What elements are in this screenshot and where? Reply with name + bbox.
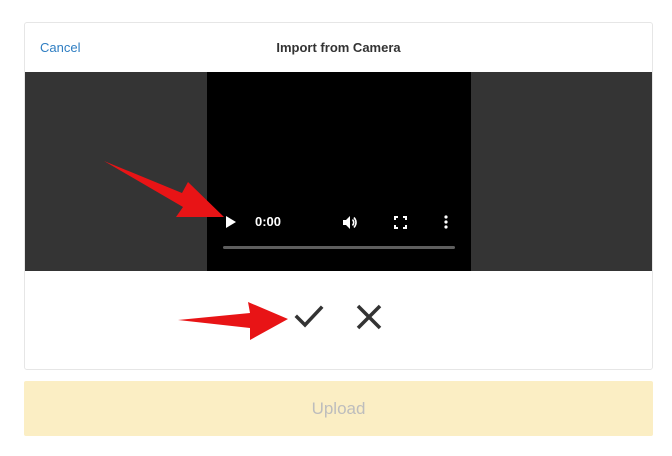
actions-row [25,271,652,369]
upload-button[interactable]: Upload [24,381,653,436]
play-icon [226,216,236,228]
import-camera-dialog: Cancel Import from Camera 0:00 [24,22,653,370]
time-display: 0:00 [255,214,282,229]
volume-icon [342,215,357,229]
confirm-button[interactable] [293,301,325,333]
video-player[interactable]: 0:00 [207,72,471,271]
play-button[interactable] [223,214,239,230]
page: Cancel Import from Camera 0:00 Upload [0,0,672,456]
fullscreen-button[interactable] [392,214,408,230]
video-controls: 0:00 [207,207,471,237]
more-options-button[interactable] [441,214,451,230]
close-icon [356,304,382,330]
dialog-title: Import from Camera [276,40,401,55]
video-preview-area: 0:00 [25,72,652,271]
dialog-header: Cancel Import from Camera [25,23,652,72]
reject-button[interactable] [353,301,385,333]
more-vert-icon [444,215,448,229]
fullscreen-icon [393,215,407,229]
progress-bar[interactable] [223,246,455,249]
volume-button[interactable] [341,214,359,230]
checkmark-icon [294,305,324,328]
